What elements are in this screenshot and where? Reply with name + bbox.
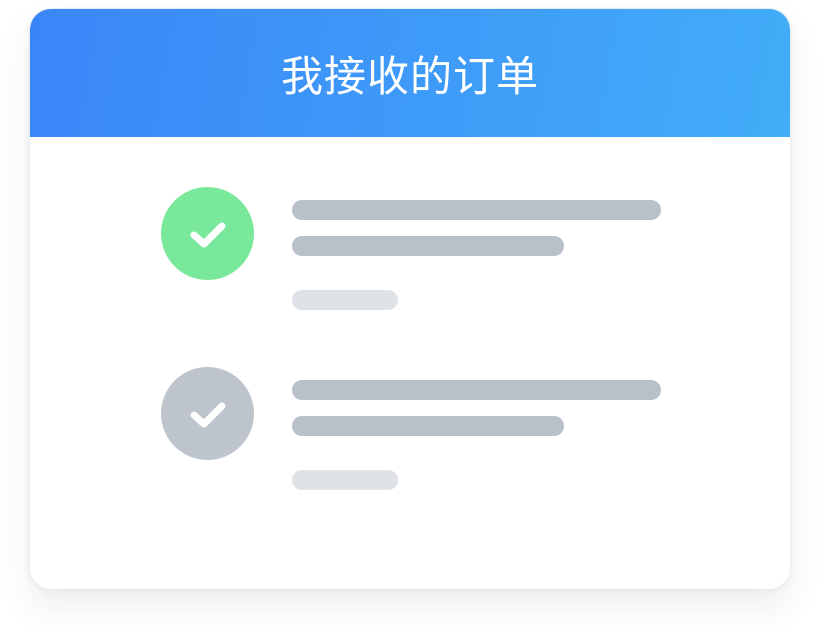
page-title: 我接收的订单 (280, 51, 539, 101)
order-item[interactable] (161, 187, 661, 312)
received-status-badge (161, 367, 254, 460)
order-subtitle-placeholder (292, 416, 564, 436)
check-icon (190, 402, 225, 427)
orders-card: 我接收的订单 (29, 8, 791, 590)
check-icon (190, 222, 225, 247)
order-subtitle-placeholder (292, 236, 564, 256)
order-item[interactable] (161, 367, 661, 492)
card-header: 我接收的订单 (30, 9, 790, 137)
order-list (30, 137, 790, 589)
order-title-placeholder (292, 200, 661, 220)
completed-status-badge (161, 187, 254, 280)
order-title-placeholder (292, 380, 661, 400)
page: 我接收的订单 (0, 0, 821, 632)
order-meta-placeholder (292, 290, 398, 310)
order-meta-placeholder (292, 470, 398, 490)
